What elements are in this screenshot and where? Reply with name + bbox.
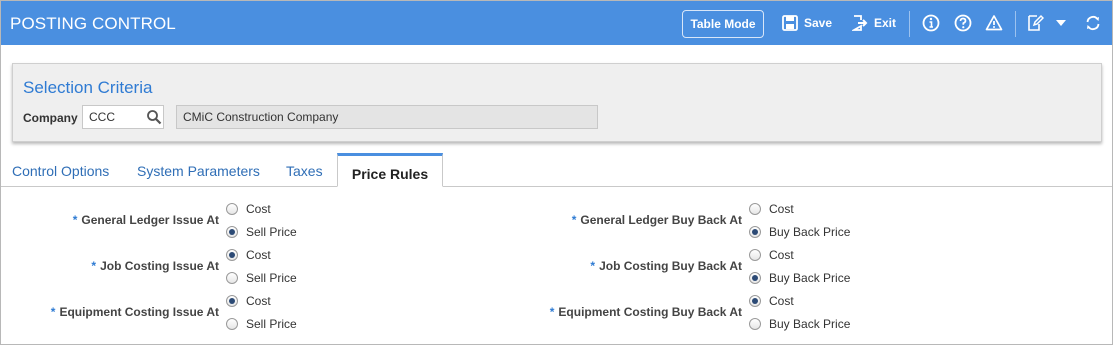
equip-buyback-cost-label[interactable]: Cost: [769, 294, 794, 308]
job-issue-cost-label[interactable]: Cost: [246, 248, 271, 262]
required-marker: *: [91, 259, 97, 273]
required-marker: *: [50, 305, 56, 319]
exit-button[interactable]: Exit: [852, 13, 896, 33]
company-label: Company: [23, 111, 78, 125]
equip-buyback-price-label[interactable]: Buy Back Price: [769, 317, 850, 331]
exit-icon: [852, 15, 868, 31]
header-divider: [1015, 11, 1016, 37]
general-ledger-issue-at-label: * General Ledger Issue At: [21, 213, 219, 227]
edit-icon[interactable]: [1025, 13, 1045, 33]
save-icon: [782, 15, 798, 31]
field-label-text: Equipment Costing Issue At: [59, 305, 219, 319]
job-buyback-cost-label[interactable]: Cost: [769, 248, 794, 262]
refresh-icon[interactable]: [1083, 13, 1103, 33]
equip-buyback-cost-radio[interactable]: [749, 295, 761, 307]
required-marker: *: [72, 213, 78, 227]
equip-buyback-price-radio[interactable]: [749, 318, 761, 330]
gl-issue-cost-label[interactable]: Cost: [246, 202, 271, 216]
gl-buyback-price-radio[interactable]: [749, 226, 761, 238]
required-marker: *: [571, 213, 577, 227]
equipment-costing-issue-at-label: * Equipment Costing Issue At: [21, 305, 219, 319]
equip-issue-sell-price-radio[interactable]: [226, 318, 238, 330]
search-icon[interactable]: [146, 109, 162, 125]
job-costing-issue-at-label: * Job Costing Issue At: [21, 259, 219, 273]
header-bar: POSTING CONTROL Table Mode Save Exit: [1, 1, 1112, 45]
table-mode-button[interactable]: Table Mode: [682, 10, 764, 38]
job-buyback-cost-radio[interactable]: [749, 249, 761, 261]
selection-criteria-title: Selection Criteria: [23, 78, 153, 97]
equip-issue-cost-radio[interactable]: [226, 295, 238, 307]
field-label-text: General Ledger Issue At: [81, 213, 219, 227]
gl-buyback-price-label[interactable]: Buy Back Price: [769, 225, 850, 239]
required-marker: *: [590, 259, 596, 273]
gl-issue-sell-price-label[interactable]: Sell Price: [246, 225, 297, 239]
field-label-text: Job Costing Issue At: [100, 259, 219, 273]
equip-issue-sell-price-label[interactable]: Sell Price: [246, 317, 297, 331]
gl-buyback-cost-radio[interactable]: [749, 203, 761, 215]
header-divider: [909, 11, 910, 37]
page-title: POSTING CONTROL: [10, 14, 176, 33]
field-label-text: General Ledger Buy Back At: [580, 213, 742, 227]
gl-buyback-cost-label[interactable]: Cost: [769, 202, 794, 216]
save-button[interactable]: Save: [782, 13, 832, 33]
tab-price-rules[interactable]: Price Rules: [337, 153, 443, 187]
job-issue-cost-radio[interactable]: [226, 249, 238, 261]
posting-control-window: POSTING CONTROL Table Mode Save Exit Sel…: [0, 0, 1113, 345]
exit-label: Exit: [874, 16, 897, 30]
job-buyback-price-radio[interactable]: [749, 272, 761, 284]
field-label-text: Equipment Costing Buy Back At: [558, 305, 742, 319]
required-marker: *: [549, 305, 555, 319]
tab-system-parameters[interactable]: System Parameters: [137, 163, 260, 179]
equipment-costing-buy-back-at-label: * Equipment Costing Buy Back At: [501, 305, 742, 319]
help-icon[interactable]: [953, 13, 973, 33]
job-costing-buy-back-at-label: * Job Costing Buy Back At: [501, 259, 742, 273]
save-label: Save: [804, 16, 833, 30]
chevron-down-icon[interactable]: [1051, 13, 1071, 33]
info-icon[interactable]: [921, 13, 941, 33]
job-issue-sell-price-label[interactable]: Sell Price: [246, 271, 297, 285]
job-buyback-price-label[interactable]: Buy Back Price: [769, 271, 850, 285]
warning-icon[interactable]: [984, 13, 1004, 33]
gl-issue-sell-price-radio[interactable]: [226, 226, 238, 238]
tab-taxes[interactable]: Taxes: [286, 163, 323, 179]
field-label-text: Job Costing Buy Back At: [599, 259, 742, 273]
company-name-field: CMiC Construction Company: [176, 105, 598, 129]
tab-bar: Control Options System Parameters Taxes …: [1, 153, 1112, 187]
general-ledger-buy-back-at-label: * General Ledger Buy Back At: [501, 213, 742, 227]
job-issue-sell-price-radio[interactable]: [226, 272, 238, 284]
equip-issue-cost-label[interactable]: Cost: [246, 294, 271, 308]
selection-criteria-panel: Selection Criteria Company CCC CMiC Cons…: [12, 63, 1102, 142]
tab-control-options[interactable]: Control Options: [12, 163, 109, 179]
gl-issue-cost-radio[interactable]: [226, 203, 238, 215]
